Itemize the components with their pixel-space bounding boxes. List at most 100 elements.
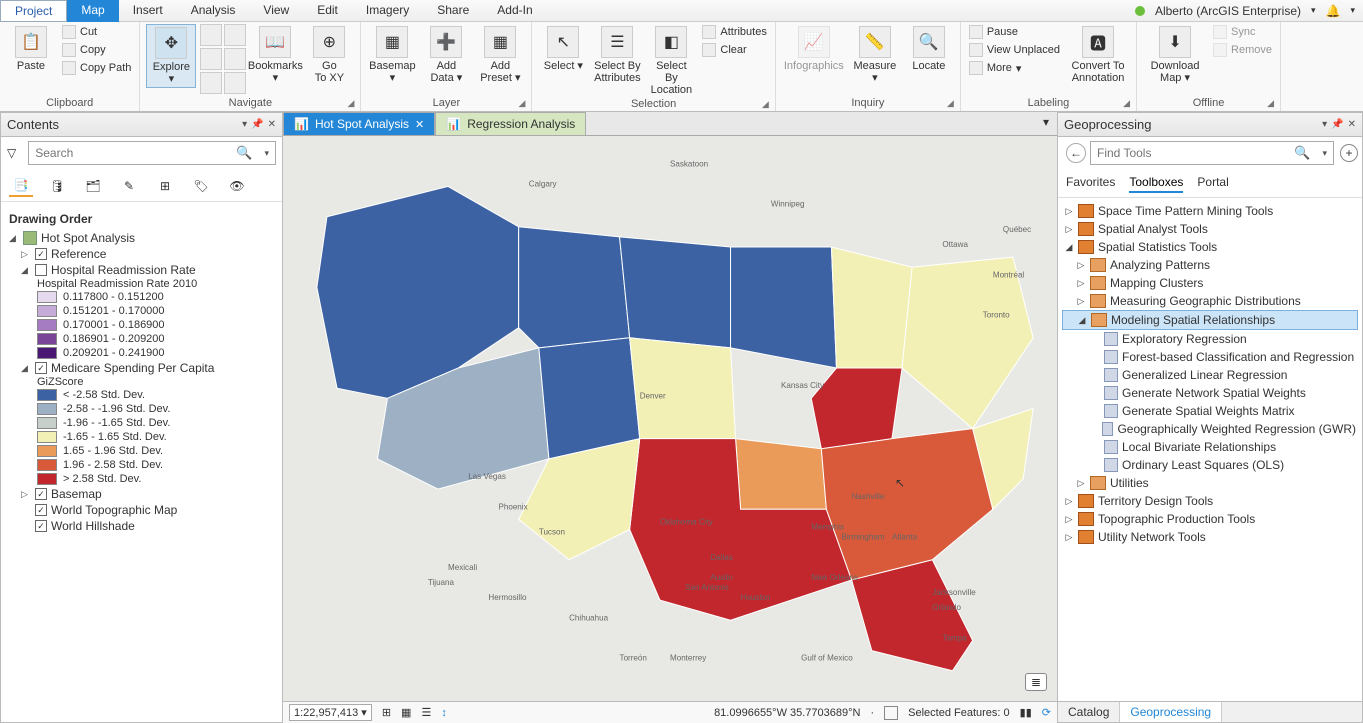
nav-globe-button[interactable]	[200, 24, 222, 46]
geo-tree-item[interactable]: Geographically Weighted Regression (GWR)	[1062, 420, 1358, 438]
menu-insert[interactable]: Insert	[119, 0, 177, 22]
chevron-down-icon[interactable]: ▾	[1316, 148, 1333, 159]
close-icon[interactable]: ✕	[268, 119, 276, 130]
paste-button[interactable]: 📋Paste	[6, 24, 56, 74]
add-preset-button[interactable]: ▦Add Preset ▾	[475, 24, 525, 86]
menu-view[interactable]: View	[249, 0, 303, 22]
attribution-icon[interactable]: ≣	[1025, 673, 1047, 691]
layer-checkbox[interactable]: ✓	[35, 520, 47, 532]
geo-tree-item[interactable]: Generalized Linear Regression	[1062, 366, 1358, 384]
list-by-labeling-icon[interactable]: 🏷	[189, 175, 213, 197]
download-map-button[interactable]: ⬇Download Map ▾	[1143, 24, 1207, 86]
more-labeling-button[interactable]: More ▾	[967, 60, 1062, 76]
add-tool-button[interactable]: +	[1340, 144, 1358, 162]
geo-tree-item[interactable]: Exploratory Regression	[1062, 330, 1358, 348]
user-label[interactable]: Alberto (ArcGIS Enterprise)	[1155, 4, 1301, 18]
locate-button[interactable]: 🔍Locate	[904, 24, 954, 74]
sync-button[interactable]: Sync	[1211, 24, 1274, 40]
status-tool-3[interactable]: ☰	[421, 706, 431, 719]
layer-reference[interactable]: Reference	[51, 247, 106, 261]
map-tab-regression[interactable]: 📊Regression Analysis	[435, 112, 586, 135]
add-data-button[interactable]: ➕Add Data ▾	[421, 24, 471, 86]
layer-medicare[interactable]: Medicare Spending Per Capita	[51, 361, 214, 375]
nav-prev-button[interactable]	[200, 48, 222, 70]
chevron-down-icon[interactable]: ▾	[1322, 119, 1327, 130]
nav-home-button[interactable]	[200, 72, 222, 94]
collapse-icon[interactable]: ◢	[21, 265, 31, 276]
menu-share[interactable]: Share	[423, 0, 483, 22]
list-by-editing-icon[interactable]: ✎	[117, 175, 141, 197]
nav-extent-button[interactable]	[224, 24, 246, 46]
remove-button[interactable]: Remove	[1211, 42, 1274, 58]
view-unplaced-button[interactable]: View Unplaced	[967, 42, 1062, 58]
layer-hospital[interactable]: Hospital Readmission Rate	[51, 263, 196, 277]
menu-map[interactable]: Map	[67, 0, 118, 22]
clear-button[interactable]: Clear	[700, 42, 768, 58]
chevron-down-icon[interactable]: ▾	[242, 119, 247, 130]
explore-button[interactable]: ✥Explore ▾	[146, 24, 196, 88]
map-canvas[interactable]: Dallas Houston San Antonio Austin Nashvi…	[283, 136, 1057, 701]
infographics-button[interactable]: 📈Infographics	[782, 24, 846, 74]
tab-options-icon[interactable]: ▾	[1035, 112, 1057, 135]
find-tools-input[interactable]	[1091, 142, 1288, 164]
geo-tree-item[interactable]: Local Bivariate Relationships	[1062, 438, 1358, 456]
map-tab-hotspot[interactable]: 📊Hot Spot Analysis✕	[283, 112, 435, 135]
scale-selector[interactable]: 1:22,957,413 ▾	[289, 704, 372, 721]
menu-project[interactable]: Project	[0, 0, 67, 22]
status-tool-2[interactable]: ▦	[401, 706, 411, 719]
geo-tree-item[interactable]: Generate Spatial Weights Matrix	[1062, 402, 1358, 420]
list-by-perception-icon[interactable]: 👁	[225, 175, 249, 197]
list-by-snapping-icon[interactable]: ⊞	[153, 175, 177, 197]
chevron-down-icon[interactable]: ▾	[258, 148, 275, 159]
contents-search-input[interactable]	[29, 142, 230, 164]
geo-tree-item[interactable]: Forest-based Classification and Regressi…	[1062, 348, 1358, 366]
layer-checkbox[interactable]: ✓	[35, 504, 47, 516]
menu-edit[interactable]: Edit	[303, 0, 352, 22]
pause-labeling-button[interactable]: Pause	[967, 24, 1062, 40]
expand-icon[interactable]: ▷	[21, 489, 31, 500]
geo-tree-item[interactable]: ▷Mapping Clusters	[1062, 274, 1358, 292]
bookmarks-button[interactable]: 📖Bookmarks ▾	[250, 24, 300, 86]
close-icon[interactable]: ✕	[415, 118, 424, 131]
layer-checkbox[interactable]	[35, 264, 47, 276]
layer-basemap[interactable]: Basemap	[51, 487, 102, 501]
map-name[interactable]: Hot Spot Analysis	[41, 231, 135, 245]
list-by-source-icon[interactable]: 🛢	[45, 175, 69, 197]
close-icon[interactable]: ✕	[1348, 119, 1356, 130]
convert-to-annotation-button[interactable]: 🅰Convert To Annotation	[1066, 24, 1130, 86]
menu-imagery[interactable]: Imagery	[352, 0, 423, 22]
chevron-down-icon[interactable]: ▾	[1311, 5, 1316, 16]
nav-next-button[interactable]	[224, 48, 246, 70]
goto-xy-button[interactable]: ⊕Go To XY	[304, 24, 354, 86]
refresh-icon[interactable]: ⟳	[1042, 706, 1051, 719]
status-tool-4[interactable]: ↕	[441, 707, 447, 719]
collapse-icon[interactable]: ◢	[9, 233, 19, 244]
geo-tree-item[interactable]: ◢Modeling Spatial Relationships	[1062, 310, 1358, 330]
geo-tab-portal[interactable]: Portal	[1197, 173, 1228, 193]
footer-tab-geoprocessing[interactable]: Geoprocessing	[1120, 702, 1222, 722]
menu-analysis[interactable]: Analysis	[177, 0, 250, 22]
footer-tab-catalog[interactable]: Catalog	[1058, 702, 1120, 722]
select-button[interactable]: ↖Select ▾	[538, 24, 588, 74]
attributes-button[interactable]: Attributes	[700, 24, 768, 40]
filter-icon[interactable]: ▽	[1, 146, 22, 160]
geo-tree-item[interactable]: Generate Network Spatial Weights	[1062, 384, 1358, 402]
geo-tree-item[interactable]: Ordinary Least Squares (OLS)	[1062, 456, 1358, 474]
copy-path-button[interactable]: Copy Path	[60, 60, 133, 76]
expand-icon[interactable]: ▷	[21, 249, 31, 260]
layer-checkbox[interactable]: ✓	[35, 248, 47, 260]
layer-checkbox[interactable]: ✓	[35, 488, 47, 500]
geo-tab-toolboxes[interactable]: Toolboxes	[1129, 173, 1183, 193]
search-icon[interactable]: 🔍	[230, 145, 258, 161]
geo-tree-item[interactable]: ▷Utilities	[1062, 474, 1358, 492]
pin-icon[interactable]: 📌	[251, 119, 263, 130]
list-by-drawing-order-icon[interactable]: 📑	[9, 175, 33, 197]
pin-icon[interactable]: 📌	[1331, 119, 1343, 130]
geo-tree-item[interactable]: ▷Territory Design Tools	[1062, 492, 1358, 510]
collapse-icon[interactable]: ◢	[21, 363, 31, 374]
geo-tree-item[interactable]: ▷Measuring Geographic Distributions	[1062, 292, 1358, 310]
basemap-button[interactable]: ▦Basemap ▾	[367, 24, 417, 86]
nav-full-button[interactable]	[224, 72, 246, 94]
geo-tree-item[interactable]: ▷Utility Network Tools	[1062, 528, 1358, 546]
layer-checkbox[interactable]: ✓	[35, 362, 47, 374]
